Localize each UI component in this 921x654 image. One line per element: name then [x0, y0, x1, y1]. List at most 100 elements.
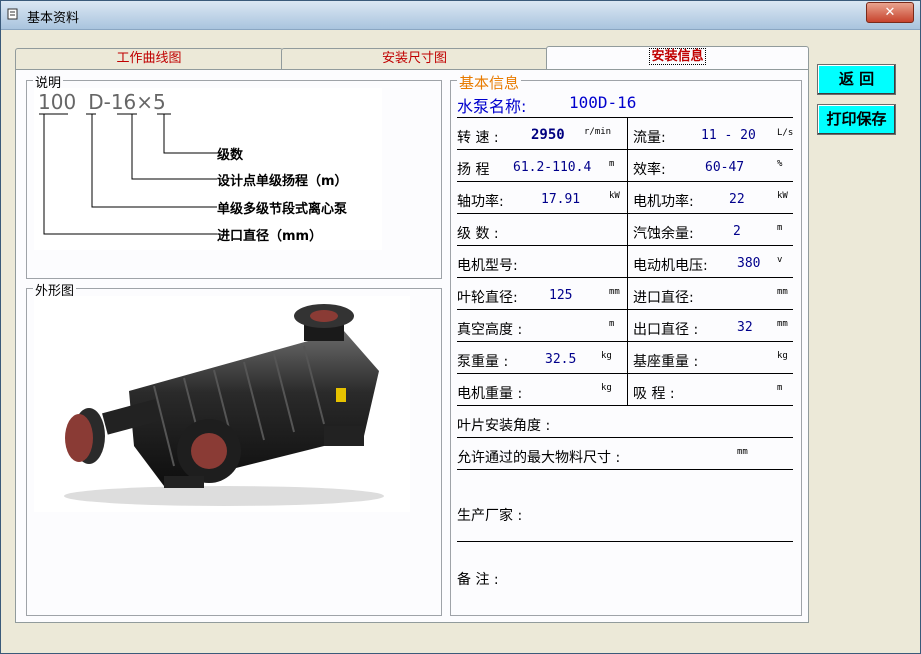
row-divider: [457, 341, 793, 342]
shaft-power-label: 轴功率:: [457, 194, 504, 210]
impeller-label: 叶轮直径:: [457, 290, 518, 306]
head-value: 61.2-110.4: [513, 160, 592, 175]
app-icon: [7, 8, 18, 20]
suction-label: 吸 程 :: [633, 386, 675, 402]
motor-voltage-value: 380: [737, 256, 761, 271]
shaft-power-unit: kW: [609, 191, 620, 201]
client-area: 工作曲线图 安装尺寸图 安装信息 说明 100 D-16×5 级数 设计点单级扬…: [9, 30, 912, 645]
row-divider: [457, 181, 793, 182]
pump-weight-unit: kg: [601, 351, 612, 361]
tab-install-info[interactable]: 安装信息: [546, 46, 809, 71]
motor-model-label: 电机型号:: [457, 258, 518, 274]
row-divider: [457, 213, 793, 214]
outlet-label: 出口直径 :: [633, 322, 699, 338]
motor-weight-label: 电机重量 :: [457, 386, 523, 402]
speed-value: 2950: [531, 127, 565, 143]
explain-inlet: 进口直径（mm）: [217, 229, 323, 244]
inlet-unit: mm: [777, 287, 788, 297]
motor-power-value: 22: [729, 192, 745, 207]
base-weight-label: 基座重量 :: [633, 354, 699, 370]
pump-weight-label: 泵重量 :: [457, 354, 509, 370]
efficiency-unit: %: [777, 159, 783, 169]
speed-label: 转 速 :: [457, 130, 499, 146]
npsh-label: 汽蚀余量:: [633, 226, 694, 242]
blade-angle-label: 叶片安装角度 :: [457, 418, 551, 434]
pump-image: [34, 296, 410, 512]
window-title: 基本资料: [27, 11, 80, 26]
model-code: 100 D-16×5: [38, 90, 166, 114]
print-save-button[interactable]: 打印保存: [817, 104, 896, 135]
outlet-value: 32: [737, 320, 753, 335]
motor-power-unit: kW: [777, 191, 788, 201]
max-particle-label: 允许通过的最大物料尺寸 :: [457, 450, 621, 466]
pump-name-value: 100D-16: [569, 93, 637, 112]
pump-weight-value: 32.5: [545, 352, 577, 367]
tab-work-curve[interactable]: 工作曲线图: [15, 48, 283, 69]
model-code-dash: -: [103, 90, 111, 114]
explain-stages: 级数: [217, 148, 244, 163]
row-divider: [457, 541, 793, 542]
inlet-label: 进口直径:: [633, 290, 694, 306]
speed-unit: r/min: [584, 127, 612, 137]
outline-group: 外形图: [26, 280, 442, 616]
row-divider: [457, 117, 793, 118]
vacuum-label: 真空高度 :: [457, 322, 523, 338]
row-divider: [457, 149, 793, 150]
row-divider: [457, 469, 793, 470]
row-divider: [457, 437, 793, 438]
model-code-stages: 5: [153, 90, 166, 114]
model-code-diagram: 100 D-16×5 级数 设计点单级扬程（m） 单级多级节段式离心泵 进口直径（…: [34, 88, 382, 250]
efficiency-label: 效率:: [633, 162, 666, 178]
impeller-unit: mm: [609, 287, 620, 297]
basic-info-group: 基本信息 水泵名称: 100D-16 转 速 : 2950 r/min 流量: …: [450, 72, 802, 616]
efficiency-value: 60-47: [705, 160, 745, 175]
tab-label: 安装信息: [649, 48, 706, 65]
motor-power-label: 电机功率:: [633, 194, 694, 210]
explain-group: 说明 100 D-16×5 级数 设计点单级扬程（m） 单级多级节段式离心泵 进…: [26, 72, 442, 279]
pump-name-label: 水泵名称:: [457, 97, 527, 116]
npsh-unit: m: [777, 223, 783, 233]
outlet-unit: mm: [777, 319, 788, 329]
remarks-label: 备 注 :: [457, 572, 499, 588]
shaft-power-value: 17.91: [541, 192, 581, 207]
row-divider: [457, 309, 793, 310]
tab-label: 工作曲线图: [116, 51, 182, 66]
impeller-value: 125: [549, 288, 573, 303]
motor-weight-unit: kg: [601, 383, 612, 393]
back-button[interactable]: 返 回: [817, 64, 896, 95]
title-bar: 基本资料 ✕: [1, 1, 920, 30]
npsh-value: 2: [733, 224, 741, 239]
pump-illustration: [64, 304, 384, 506]
motor-voltage-unit: v: [777, 255, 783, 265]
basic-info-legend: 基本信息: [457, 72, 522, 93]
flow-label: 流量:: [633, 130, 666, 146]
vacuum-unit: m: [609, 319, 615, 329]
row-divider: [457, 245, 793, 246]
stages-label: 级 数 :: [457, 226, 499, 242]
explain-pump-type: 单级多级节段式离心泵: [217, 202, 348, 217]
suction-unit: m: [777, 383, 783, 393]
row-divider: [457, 277, 793, 278]
motor-voltage-label: 电动机电压:: [633, 258, 708, 274]
tab-install-dimensions[interactable]: 安装尺寸图: [281, 48, 548, 69]
model-code-times: ×: [136, 90, 154, 114]
tab-label: 安装尺寸图: [381, 51, 447, 66]
row-divider: [457, 373, 793, 374]
close-button[interactable]: ✕: [866, 2, 914, 23]
model-code-head: 16: [110, 90, 137, 114]
window: 基本资料 ✕ 工作曲线图 安装尺寸图 安装信息 说明 100 D-16×5 级数…: [0, 0, 921, 654]
manufacturer-label: 生产厂家 :: [457, 508, 523, 524]
column-divider: [627, 117, 628, 405]
max-particle-unit: mm: [737, 447, 748, 457]
model-code-flow: 100: [38, 90, 77, 114]
flow-unit: L/s: [777, 128, 794, 138]
tab-panel: 说明 100 D-16×5 级数 设计点单级扬程（m） 单级多级节段式离心泵 进…: [15, 69, 809, 623]
explain-head: 设计点单级扬程（m）: [217, 174, 348, 189]
row-divider: [457, 405, 793, 406]
tab-strip: 工作曲线图 安装尺寸图 安装信息: [15, 46, 809, 71]
head-unit: m: [609, 159, 615, 169]
head-label: 扬 程: [457, 162, 490, 178]
base-weight-unit: kg: [777, 351, 788, 361]
flow-value: 11 - 20: [701, 128, 756, 143]
model-code-type: D: [88, 90, 104, 114]
